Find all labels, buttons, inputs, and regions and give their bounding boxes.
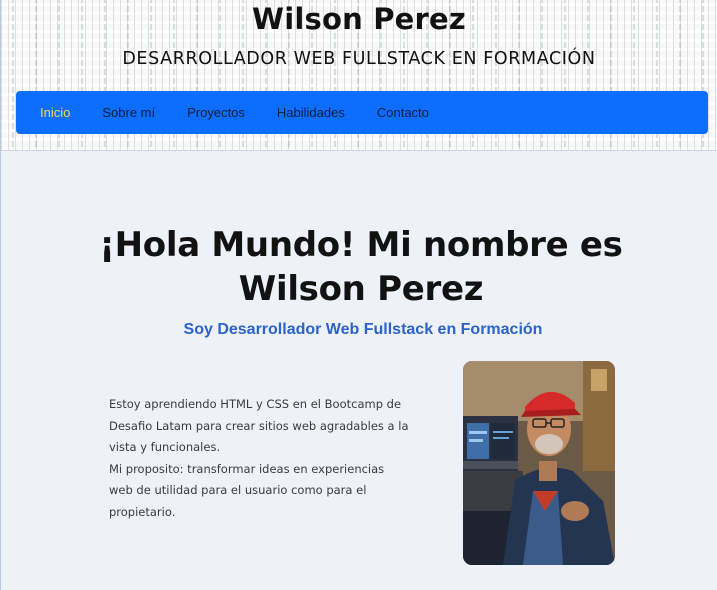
site-header: Wilson Perez DESARROLLADOR WEB FULLSTACK… — [1, 0, 717, 151]
about-paragraph-1: Estoy aprendiendo HTML y CSS en el Bootc… — [109, 397, 409, 454]
profile-photo-image — [463, 361, 615, 565]
profile-photo — [463, 361, 615, 565]
nav-item-habilidades[interactable]: Habilidades — [261, 91, 361, 134]
hero-title-line1: ¡Hola Mundo! Mi nombre es — [99, 225, 623, 265]
hero-title-line2: Wilson Perez — [238, 269, 484, 309]
page: Wilson Perez DESARROLLADOR WEB FULLSTACK… — [0, 0, 717, 590]
nav-item-inicio[interactable]: Inicio — [16, 91, 86, 134]
hero-title: ¡Hola Mundo! Mi nombre es Wilson Perez — [61, 223, 661, 311]
site-subtitle: DESARROLLADOR WEB FULLSTACK EN FORMACIÓN — [122, 49, 596, 69]
about-paragraph-2: Mi proposito: transformar ideas en exper… — [109, 461, 385, 519]
about-text: Estoy aprendiendo HTML y CSS en el Bootc… — [109, 394, 409, 523]
nav-item-contacto[interactable]: Contacto — [361, 91, 445, 134]
main-navbar: Inicio Sobre mí Proyectos Habilidades Co… — [16, 91, 708, 134]
site-title: Wilson Perez — [252, 2, 466, 36]
hero-subtitle: Soy Desarrollador Web Fullstack en Forma… — [183, 321, 543, 338]
nav-item-sobre-mi[interactable]: Sobre mí — [86, 91, 171, 134]
nav-item-proyectos[interactable]: Proyectos — [171, 91, 261, 134]
